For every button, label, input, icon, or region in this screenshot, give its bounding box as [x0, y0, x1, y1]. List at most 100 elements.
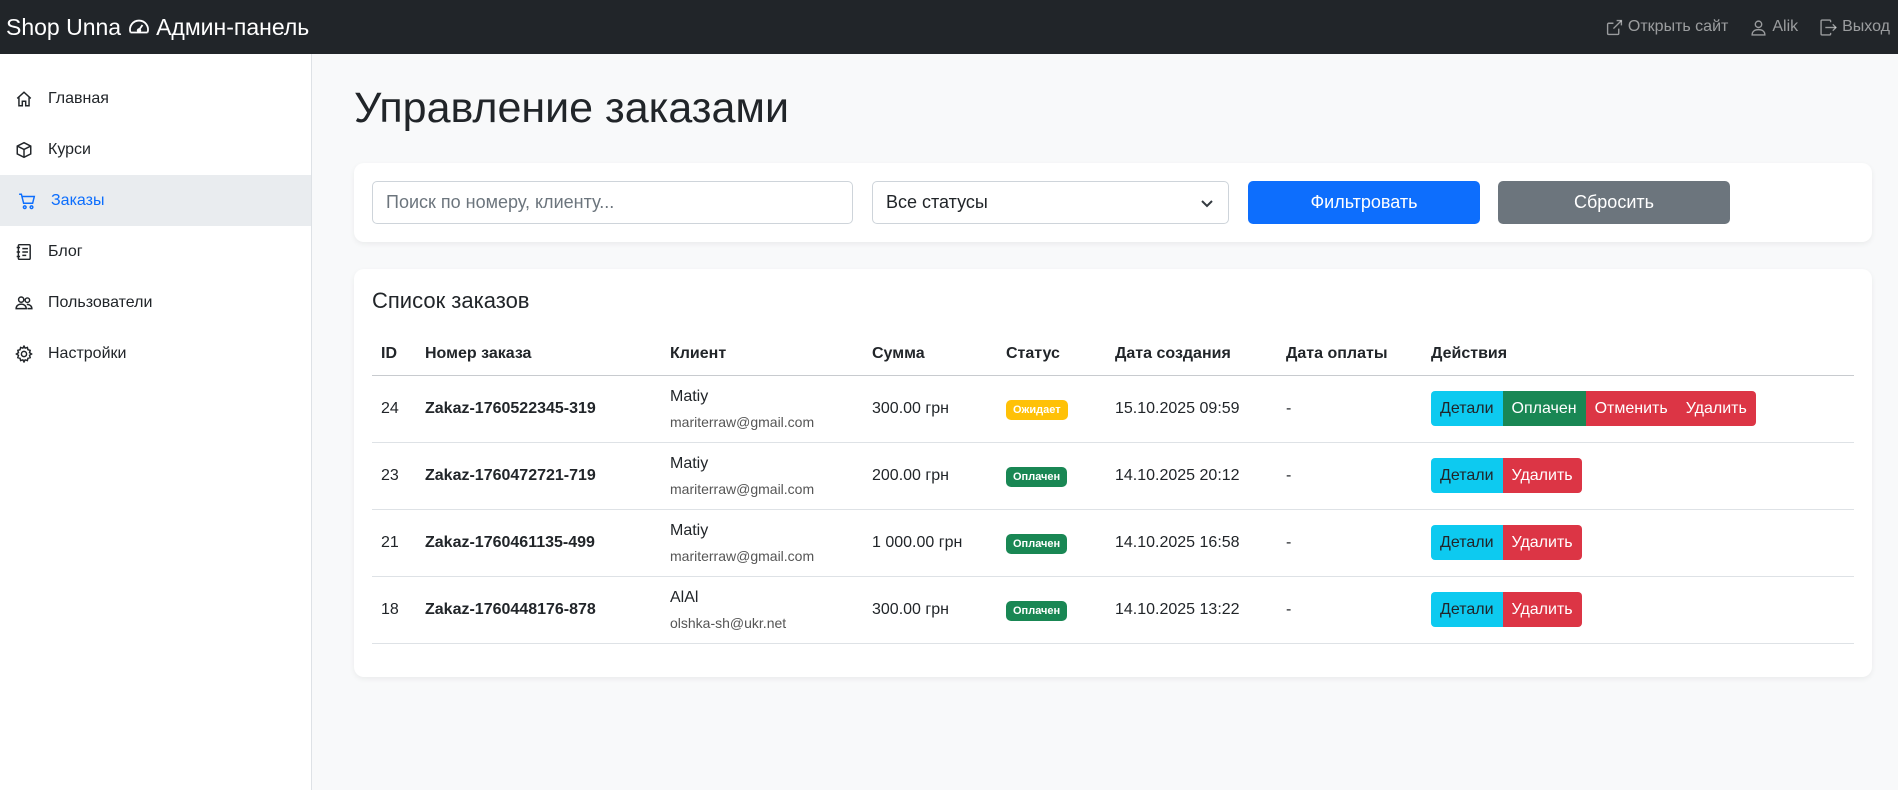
- user-name: Alik: [1772, 18, 1799, 35]
- paid-date: -: [1286, 400, 1292, 417]
- sidebar-item-orders[interactable]: Заказы: [0, 175, 311, 226]
- gear-icon: [15, 344, 33, 363]
- sidebar-item-blog[interactable]: Блог: [0, 226, 311, 277]
- sidebar-item-settings[interactable]: Настройки: [0, 328, 311, 379]
- client-name: Matiy: [670, 522, 709, 539]
- column-header-amount: Сумма: [872, 345, 925, 362]
- status-badge: Оплачен: [1006, 601, 1068, 621]
- filter-card: Все статусы Фильтровать Сбросить: [354, 163, 1872, 242]
- paid-date: -: [1286, 467, 1292, 484]
- order-amount: 300.00 грн: [872, 601, 949, 618]
- orders-list-title: Список заказов: [372, 288, 530, 313]
- delete-button[interactable]: Удалить: [1676, 391, 1756, 426]
- order-id: 18: [381, 601, 399, 618]
- column-header-paid: Дата оплаты: [1286, 345, 1388, 362]
- journal-icon: [16, 243, 31, 260]
- column-header-client: Клиент: [670, 345, 727, 362]
- details-button[interactable]: Детали: [1431, 391, 1503, 426]
- orders-card: Список заказов ID Номер заказа Клиент Су…: [354, 269, 1872, 677]
- status-badge: Оплачен: [1006, 534, 1068, 554]
- sidebar-item-courses[interactable]: Курси: [0, 124, 311, 175]
- table-row: 23 Zakaz-1760472721-719 Matiy mariterraw…: [372, 443, 1854, 510]
- user-link[interactable]: Alik: [1750, 18, 1798, 36]
- reset-button[interactable]: Сбросить: [1498, 181, 1730, 224]
- sidebar-item-home[interactable]: Главная: [0, 73, 311, 124]
- client-name: Matiy: [670, 455, 709, 472]
- external-link-icon: [1606, 19, 1622, 35]
- search-input[interactable]: [372, 181, 853, 224]
- speedometer-icon: [129, 19, 149, 34]
- status-badge: Оплачен: [1006, 467, 1068, 487]
- open-site-link[interactable]: Открыть сайт: [1606, 18, 1728, 36]
- row-actions: Детали Оплачен Отменить Удалить: [1431, 391, 1756, 426]
- client-email: mariterraw@gmail.com: [670, 548, 815, 564]
- row-actions: Детали Удалить: [1431, 458, 1582, 493]
- details-button[interactable]: Детали: [1431, 592, 1503, 627]
- created-date: 14.10.2025 16:58: [1115, 534, 1240, 551]
- client-name: AlAl: [670, 589, 699, 606]
- order-amount: 1 000.00 грн: [872, 534, 963, 551]
- client-email: olshka-sh@ukr.net: [670, 615, 787, 631]
- page-title: Управление заказами: [354, 84, 790, 132]
- order-amount: 300.00 грн: [872, 400, 949, 417]
- brand[interactable]: Shop Unna Админ-панель: [6, 14, 309, 41]
- mark-paid-button[interactable]: Оплачен: [1502, 391, 1586, 426]
- logout-link[interactable]: Выход: [1820, 18, 1890, 36]
- order-number: Zakaz-1760472721-719: [425, 467, 596, 484]
- brand-subtitle: Админ-панель: [156, 13, 310, 40]
- paid-date: -: [1286, 601, 1292, 618]
- column-header-actions: Действия: [1431, 345, 1508, 362]
- order-id: 24: [381, 400, 399, 417]
- table-row: 21 Zakaz-1760461135-499 Matiy mariterraw…: [372, 510, 1854, 577]
- sidebar: Главная Курси Заказы Блог Пользователи Н…: [0, 54, 312, 790]
- column-header-id: ID: [381, 345, 397, 362]
- client-name: Matiy: [670, 388, 709, 405]
- house-icon: [16, 90, 32, 106]
- table-row: 24 Zakaz-1760522345-319 Matiy mariterraw…: [372, 376, 1854, 443]
- order-number: Zakaz-1760522345-319: [425, 400, 596, 417]
- details-button[interactable]: Детали: [1431, 458, 1503, 493]
- open-site-label: Открыть сайт: [1627, 18, 1729, 35]
- person-icon: [1751, 19, 1766, 36]
- order-number: Zakaz-1760448176-878: [425, 601, 596, 618]
- cart-icon: [19, 193, 36, 209]
- details-button[interactable]: Детали: [1431, 525, 1503, 560]
- client-email: mariterraw@gmail.com: [670, 414, 815, 430]
- table-row: 18 Zakaz-1760448176-878 AlAl olshka-sh@u…: [372, 577, 1854, 644]
- chevron-down-icon: [1201, 199, 1213, 207]
- status-badge: Ожидает: [1006, 400, 1068, 420]
- cancel-order-button[interactable]: Отменить: [1585, 391, 1677, 426]
- status-select-value: Все статусы: [886, 192, 988, 212]
- sidebar-item-label: Пользователи: [48, 293, 153, 311]
- logout-label: Выход: [1842, 18, 1890, 35]
- row-actions: Детали Удалить: [1431, 525, 1582, 560]
- main-content: Управление заказами Все статусы Фильтров…: [312, 54, 1898, 790]
- brand-name: Shop Unna: [6, 13, 122, 40]
- created-date: 14.10.2025 13:22: [1115, 601, 1240, 618]
- sidebar-item-users[interactable]: Пользователи: [0, 277, 311, 328]
- column-header-created: Дата создания: [1115, 345, 1231, 362]
- client-email: mariterraw@gmail.com: [670, 481, 815, 497]
- top-navbar: Shop Unna Админ-панель Открыть сайт Alik: [0, 0, 1898, 54]
- status-select[interactable]: Все статусы: [872, 181, 1229, 224]
- column-header-status: Статус: [1006, 345, 1060, 362]
- sidebar-item-label: Блог: [48, 242, 83, 260]
- order-amount: 200.00 грн: [872, 467, 949, 484]
- row-actions: Детали Удалить: [1431, 592, 1582, 627]
- sidebar-item-label: Настройки: [48, 344, 127, 362]
- logout-icon: [1820, 18, 1838, 36]
- filter-button[interactable]: Фильтровать: [1248, 181, 1480, 224]
- delete-button[interactable]: Удалить: [1502, 592, 1582, 627]
- delete-button[interactable]: Удалить: [1502, 525, 1582, 560]
- sidebar-item-label: Заказы: [51, 191, 105, 209]
- people-icon: [15, 295, 33, 309]
- box-icon: [16, 141, 32, 158]
- order-id: 23: [381, 467, 399, 484]
- delete-button[interactable]: Удалить: [1502, 458, 1582, 493]
- order-number: Zakaz-1760461135-499: [425, 534, 595, 551]
- paid-date: -: [1286, 534, 1292, 551]
- sidebar-item-label: Главная: [48, 89, 109, 107]
- sidebar-item-label: Курси: [48, 140, 91, 158]
- column-header-number: Номер заказа: [425, 345, 532, 362]
- created-date: 14.10.2025 20:12: [1115, 467, 1240, 484]
